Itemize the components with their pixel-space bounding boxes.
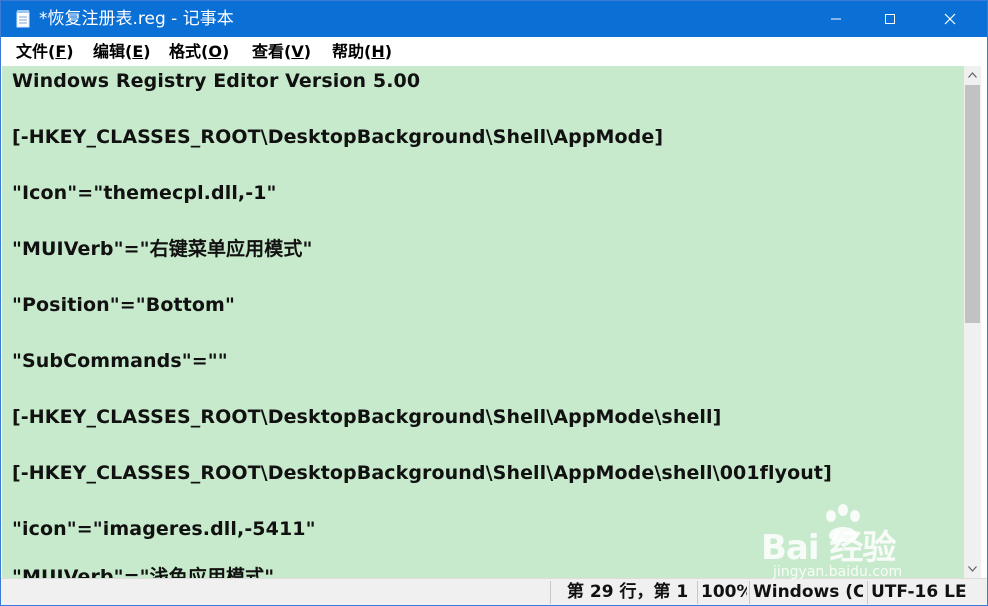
status-divider — [867, 581, 868, 604]
encoding: UTF-16 LE — [871, 582, 967, 602]
editor-line: [-HKEY_CLASSES_ROOT\DesktopBackground\Sh… — [12, 406, 722, 428]
cursor-position: 第 29 行，第 1 — [567, 582, 689, 602]
maximize-button[interactable] — [867, 1, 913, 37]
vertical-scrollbar[interactable] — [964, 66, 981, 578]
close-button[interactable] — [927, 1, 973, 37]
menu-help[interactable]: 帮助(H) — [332, 41, 392, 63]
menu-bar: 文件(F) 编辑(E) 格式(O) 查看(V) 帮助(H) — [1, 37, 987, 66]
menu-view[interactable]: 查看(V) — [252, 41, 311, 63]
editor-line: [-HKEY_CLASSES_ROOT\DesktopBackground\Sh… — [12, 462, 832, 484]
line-ending: Windows (CRLF) — [753, 582, 863, 602]
status-divider — [749, 581, 750, 604]
editor-line: "Icon"="themecpl.dll,-1" — [12, 182, 277, 204]
status-bar: 第 29 行，第 1 100% Windows (CRLF) UTF-16 LE — [1, 578, 987, 605]
editor-line: [-HKEY_CLASSES_ROOT\DesktopBackground\Sh… — [12, 126, 664, 148]
text-editor[interactable]: Windows Registry Editor Version 5.00 [-H… — [2, 66, 965, 578]
chevron-up-icon — [968, 72, 977, 78]
minimize-button[interactable] — [813, 1, 859, 37]
status-divider — [550, 581, 551, 604]
window-title: *恢复注册表.reg - 记事本 — [39, 9, 234, 29]
editor-line: "icon"="imageres.dll,-5411" — [12, 518, 316, 540]
editor-line: "SubCommands"="" — [12, 350, 228, 372]
status-divider — [697, 581, 698, 604]
notepad-icon — [16, 10, 30, 28]
notepad-window: *恢复注册表.reg - 记事本 文件(F) 编辑(E) 格式(O) 查看(V)… — [0, 0, 988, 606]
scroll-up-button[interactable] — [964, 66, 981, 84]
menu-edit[interactable]: 编辑(E) — [93, 41, 151, 63]
editor-line: "MUIVerb"="浅色应用模式" — [12, 566, 275, 578]
zoom-level: 100% — [701, 582, 747, 602]
chevron-down-icon — [968, 566, 977, 572]
close-icon — [944, 13, 956, 25]
menu-file[interactable]: 文件(F) — [16, 41, 74, 63]
editor-line: Windows Registry Editor Version 5.00 — [12, 70, 421, 92]
menu-format[interactable]: 格式(O) — [169, 41, 229, 63]
title-bar[interactable]: *恢复注册表.reg - 记事本 — [1, 1, 987, 37]
scrollbar-thumb[interactable] — [965, 85, 980, 323]
editor-line: "MUIVerb"="右键菜单应用模式" — [12, 238, 313, 260]
editor-line: "Position"="Bottom" — [12, 294, 235, 316]
maximize-icon — [885, 14, 895, 24]
scroll-down-button[interactable] — [964, 560, 981, 578]
minimize-icon — [831, 18, 841, 20]
